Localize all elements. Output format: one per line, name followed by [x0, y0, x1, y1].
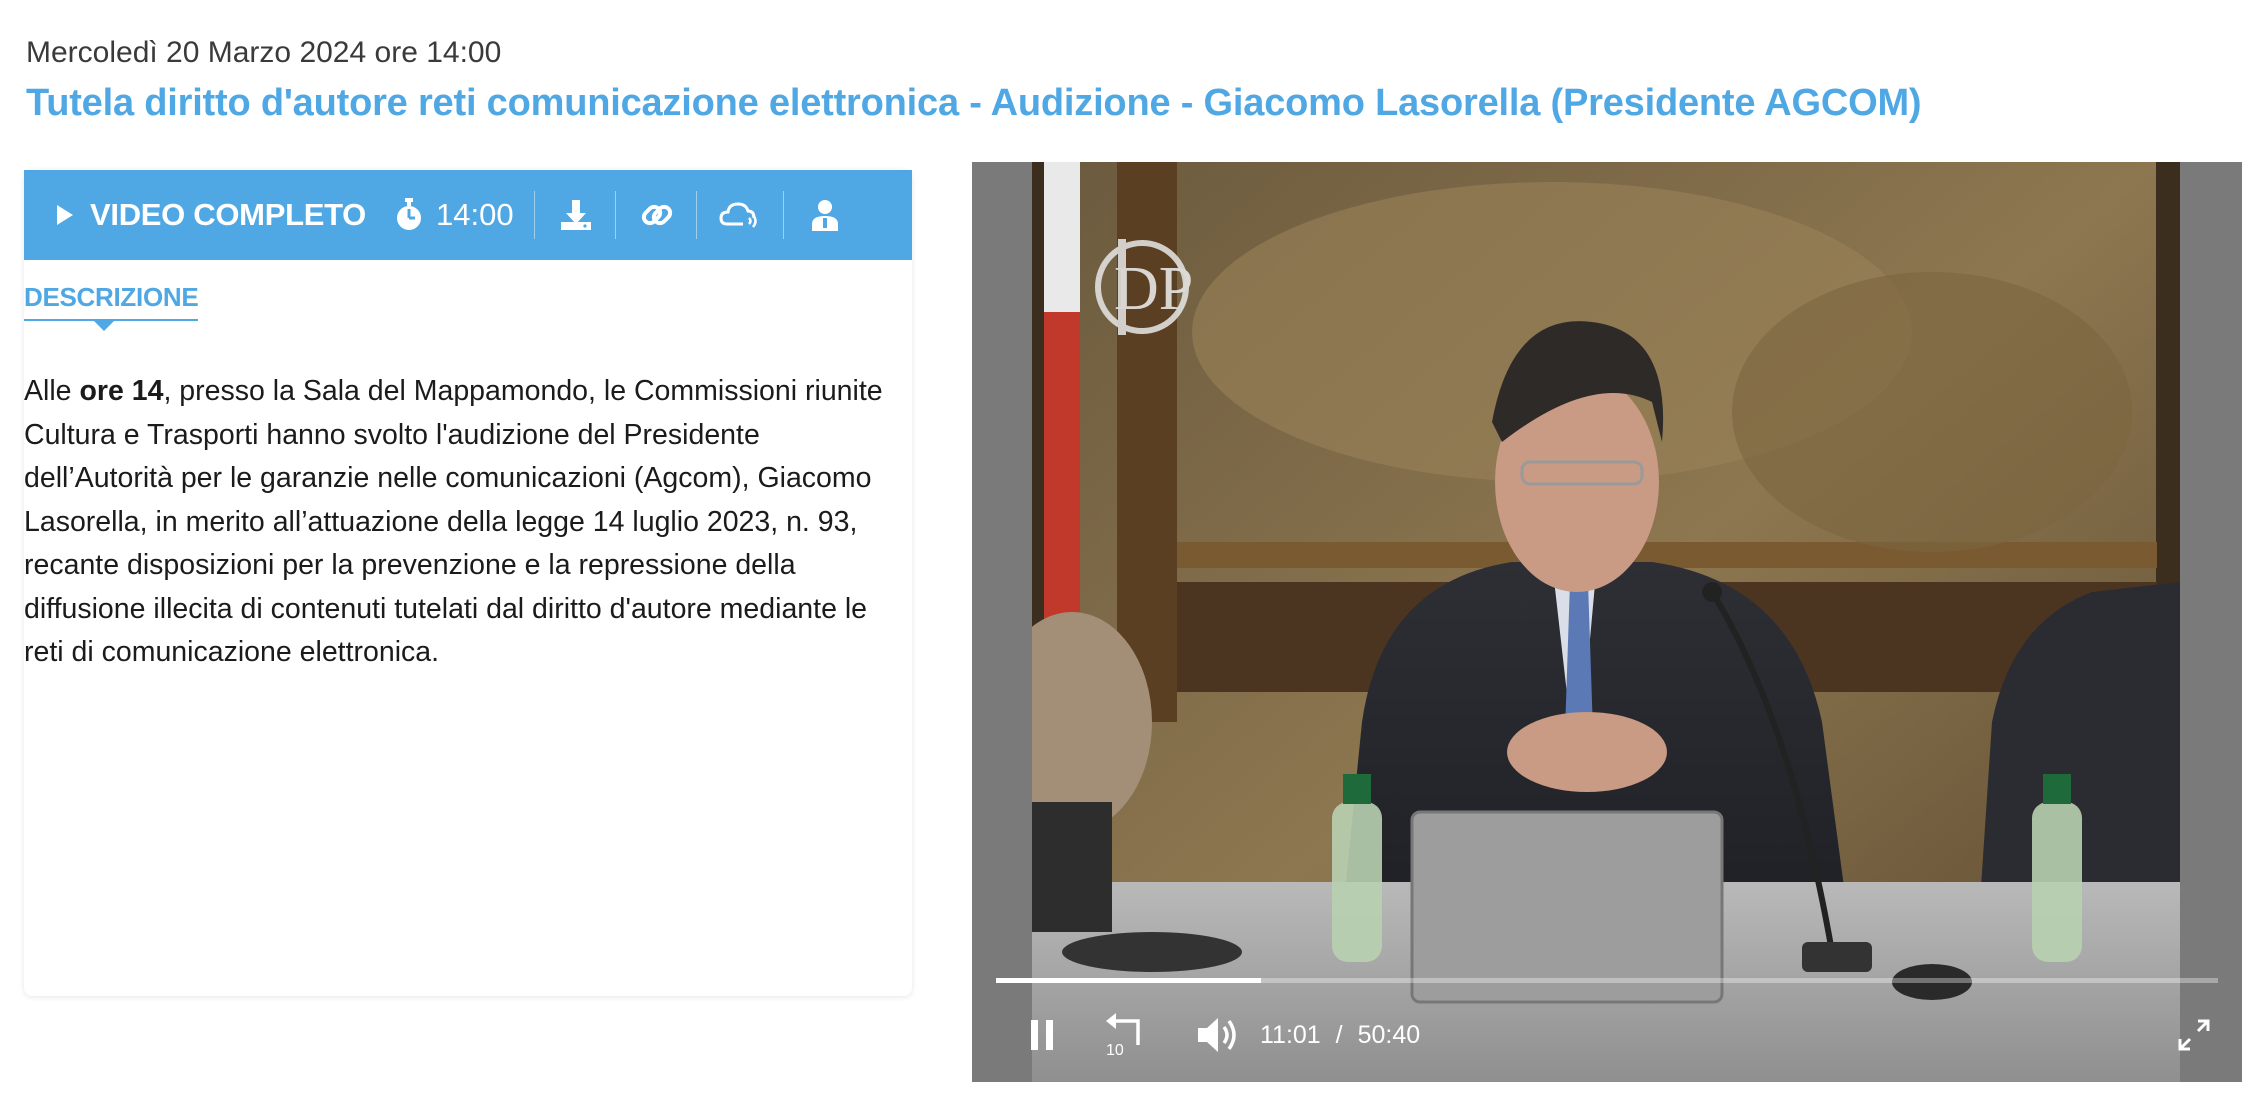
video-toolbar: VIDEO COMPLETO 14:00	[24, 170, 912, 260]
desc-time: ore 14	[79, 375, 164, 407]
video-completo-link[interactable]: VIDEO COMPLETO	[90, 197, 366, 233]
fullscreen-button[interactable]	[2172, 1013, 2216, 1057]
toolbar-divider	[533, 191, 535, 239]
podcast-cloud-icon[interactable]	[719, 196, 763, 234]
description-text: Alle ore 14, presso la Sala del Mappamon…	[24, 370, 904, 675]
play-icon[interactable]	[54, 204, 76, 226]
tab-descrizione[interactable]: DESCRIZIONE	[24, 282, 199, 331]
progress-fill	[996, 978, 1262, 983]
start-time: 14:00	[435, 197, 514, 232]
video-info-card: VIDEO COMPLETO 14:00 DESCRIZIONE Alle or…	[24, 170, 912, 996]
time-display: 11:01 / 50:40	[1260, 1021, 1420, 1050]
event-datetime: Mercoledì 20 Marzo 2024 ore 14:00	[26, 36, 502, 69]
pause-button[interactable]	[1024, 1015, 1060, 1055]
page-title[interactable]: Tutela diritto d'autore reti comunicazio…	[26, 82, 1922, 125]
progress-bar[interactable]	[996, 978, 2218, 983]
pause-icon	[1031, 1020, 1053, 1050]
desc-intro: Alle	[24, 375, 80, 407]
download-icon[interactable]	[557, 196, 595, 234]
video-scene: DP	[1032, 162, 2180, 1082]
rewind-10-button[interactable]: 10	[1100, 1007, 1150, 1061]
desc-body: , presso la Sala del Mappamondo, le Comm…	[24, 375, 883, 668]
current-time: 11:01	[1260, 1021, 1321, 1049]
tab-bar: DESCRIZIONE	[24, 282, 199, 331]
time-separator: /	[1335, 1021, 1343, 1049]
volume-icon	[1198, 1018, 1236, 1052]
rewind-10-icon: 10	[1106, 1013, 1140, 1059]
video-frame[interactable]: DP	[1032, 162, 2180, 1082]
svg-text:DP: DP	[1114, 255, 1193, 323]
fullscreen-icon	[2178, 1019, 2210, 1051]
volume-button[interactable]	[1194, 1011, 1242, 1059]
toolbar-divider	[695, 191, 697, 239]
player-controls: 10 11:01 / 50:40	[972, 1007, 2242, 1067]
toolbar-divider	[782, 191, 784, 239]
stopwatch-icon	[396, 198, 421, 230]
speaker-person-icon[interactable]	[806, 196, 844, 234]
video-player[interactable]: DP 10 11:01 / 50:40	[972, 162, 2242, 1082]
toolbar-divider	[614, 191, 616, 239]
duration: 50:40	[1357, 1021, 1421, 1049]
svg-text:10: 10	[1106, 1042, 1124, 1059]
link-icon[interactable]	[638, 196, 676, 234]
